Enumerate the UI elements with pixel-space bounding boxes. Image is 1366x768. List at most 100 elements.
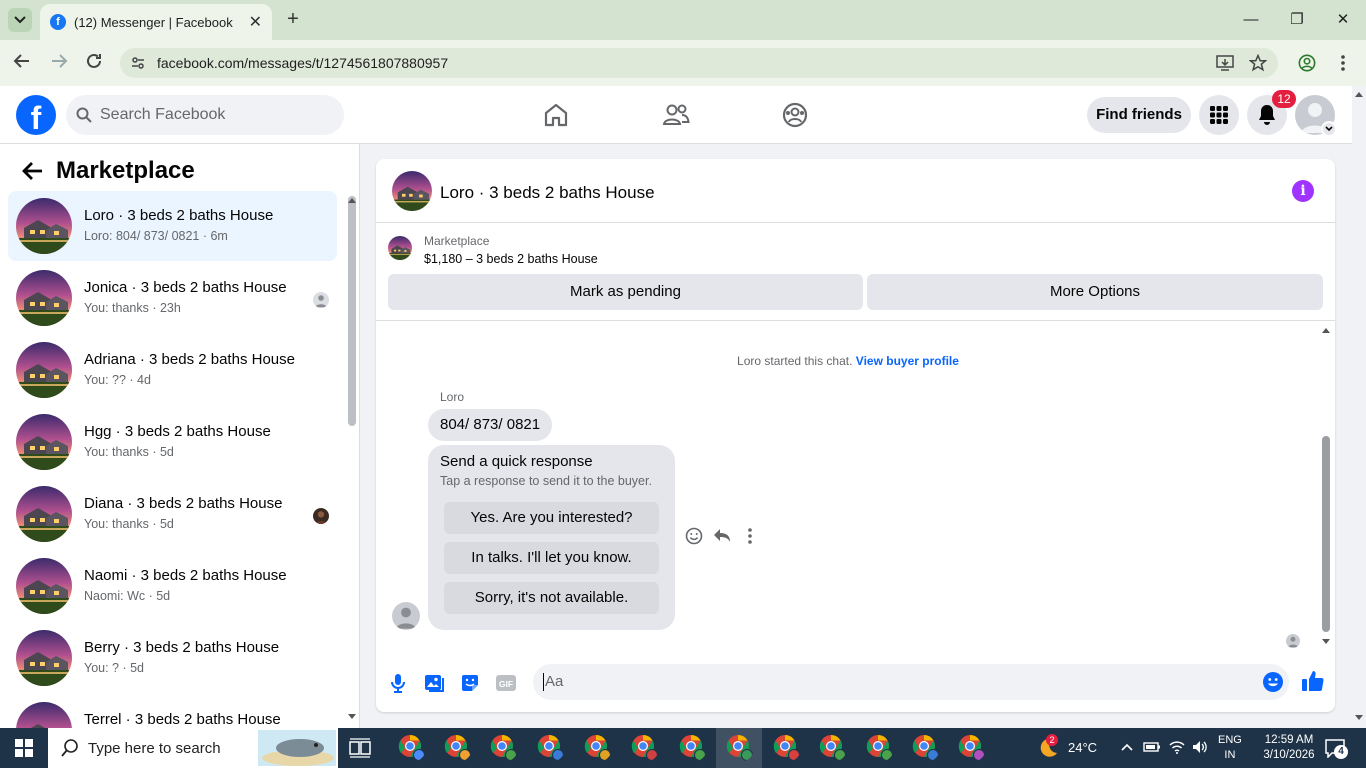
conversation-preview: You: thanks · 5d (84, 517, 174, 531)
sidebar-title: Marketplace (56, 157, 195, 184)
task-view-icon[interactable] (349, 738, 371, 758)
chrome-taskbar-icon[interactable] (819, 734, 847, 762)
close-window-button[interactable]: ✕ (1328, 8, 1358, 32)
chrome-taskbar-icon[interactable] (398, 734, 426, 762)
weather-badge: 2 (1046, 734, 1058, 746)
back-button[interactable] (11, 52, 33, 74)
site-info-icon[interactable] (130, 55, 146, 71)
tray-chevron-up-icon[interactable] (1120, 740, 1134, 754)
conversation-item[interactable]: Diana · 3 beds 2 baths House You: thanks … (8, 479, 337, 549)
info-icon[interactable]: i (1292, 180, 1314, 202)
maximize-button[interactable]: ❐ (1282, 8, 1312, 32)
chrome-taskbar-icon[interactable] (584, 734, 612, 762)
menu-button[interactable] (1199, 95, 1239, 135)
start-button[interactable] (0, 728, 48, 768)
volume-icon[interactable] (1191, 739, 1209, 755)
find-friends-button[interactable]: Find friends (1087, 97, 1191, 133)
microphone-icon[interactable] (387, 672, 409, 694)
address-bar[interactable]: facebook.com/messages/t/1274561807880957 (120, 48, 1278, 78)
quick-response-in-talks[interactable]: In talks. I'll let you know. (444, 542, 659, 574)
battery-icon[interactable] (1143, 740, 1161, 754)
scroll-up-icon[interactable] (347, 196, 357, 204)
browser-tab[interactable]: f (12) Messenger | Facebook ✕ (40, 4, 272, 40)
friends-icon[interactable] (661, 100, 691, 130)
scroll-down-icon[interactable] (1321, 638, 1331, 646)
quick-response-not-available[interactable]: Sorry, it's not available. (444, 582, 659, 614)
listing-price[interactable]: $1,180 – 3 beds 2 baths House (424, 252, 598, 266)
minimize-button[interactable]: — (1236, 8, 1266, 32)
chat-title[interactable]: Loro · 3 beds 2 baths House (440, 183, 655, 203)
grid-menu-icon (1210, 106, 1228, 124)
conversation-item[interactable]: Terrel · 3 beds 2 baths House (8, 695, 337, 728)
conversation-item[interactable]: Loro · 3 beds 2 baths House Loro: 804/ 87… (8, 191, 337, 261)
gif-icon[interactable]: GIF (495, 672, 517, 694)
reply-icon[interactable] (712, 526, 732, 546)
taskbar-search-placeholder: Type here to search (88, 739, 221, 757)
chrome-taskbar-icon[interactable] (912, 734, 940, 762)
conversation-item[interactable]: Adriana · 3 beds 2 baths House You: ?? · … (8, 335, 337, 405)
more-vertical-icon[interactable] (740, 526, 760, 546)
chrome-taskbar-icon[interactable] (866, 734, 894, 762)
house-listing-thumbnail (16, 342, 72, 398)
home-icon[interactable] (541, 100, 571, 130)
forward-button[interactable] (48, 52, 70, 74)
chrome-taskbar-icon[interactable] (490, 734, 518, 762)
browser-menu-icon[interactable] (1336, 54, 1350, 72)
scroll-down-icon[interactable] (347, 713, 357, 721)
sidebar-scrollbar[interactable] (348, 196, 356, 426)
chrome-taskbar-icon[interactable] (958, 734, 986, 762)
facebook-search-input[interactable]: Search Facebook (66, 95, 344, 135)
chrome-taskbar-icon[interactable] (726, 734, 754, 762)
chat-scrollbar[interactable] (1322, 436, 1330, 632)
sticker-icon[interactable] (459, 672, 481, 694)
photo-icon[interactable] (423, 672, 445, 694)
tab-search-button[interactable] (8, 8, 32, 32)
conversation-name: Naomi · 3 beds 2 baths House (84, 567, 287, 584)
bookmark-star-icon[interactable] (1249, 54, 1267, 72)
new-tab-button[interactable]: + (282, 8, 304, 30)
chrome-taskbar-icon[interactable] (631, 734, 659, 762)
chrome-taskbar-icon[interactable] (444, 734, 472, 762)
more-options-button[interactable]: More Options (867, 274, 1323, 310)
conversation-item[interactable]: Hgg · 3 beds 2 baths House You: thanks · … (8, 407, 337, 477)
reload-button[interactable] (83, 52, 105, 74)
clock[interactable]: 12:59 AM 3/10/2026 (1254, 733, 1324, 763)
message-input[interactable]: Aa (533, 664, 1289, 700)
listing-thumbnail[interactable] (388, 236, 412, 260)
profile-icon[interactable] (1298, 54, 1316, 72)
text-caret (543, 673, 544, 692)
mark-as-pending-button[interactable]: Mark as pending (388, 274, 863, 310)
conversation-preview: You: thanks · 5d (84, 445, 174, 459)
conversation-preview: You: ?? · 4d (84, 373, 151, 387)
react-emoji-icon[interactable] (684, 526, 704, 546)
like-thumbs-up-icon[interactable] (1301, 669, 1325, 693)
close-tab-icon[interactable]: ✕ (249, 12, 262, 32)
chrome-taskbar-icon[interactable] (773, 734, 801, 762)
scroll-down-icon[interactable] (1354, 714, 1364, 722)
account-menu-chevron[interactable] (1321, 121, 1337, 137)
groups-icon[interactable] (780, 100, 810, 130)
notification-badge: 12 (1272, 90, 1296, 108)
house-listing-thumbnail (388, 236, 412, 260)
page-scrollbar[interactable] (1352, 86, 1366, 728)
message-bubble[interactable]: 804/ 873/ 0821 (428, 409, 553, 441)
scroll-up-icon[interactable] (1354, 90, 1364, 98)
conversation-item[interactable]: Berry · 3 beds 2 baths House You: ? · 5d (8, 623, 337, 693)
view-buyer-profile-link[interactable]: View buyer profile (856, 354, 959, 368)
facebook-logo-icon[interactable]: f (16, 95, 56, 135)
chat-avatar[interactable] (392, 171, 432, 211)
emoji-icon[interactable] (1262, 671, 1284, 693)
conversation-item[interactable]: Naomi · 3 beds 2 baths House Naomi: Wc · … (8, 551, 337, 621)
temperature[interactable]: 24°C (1068, 740, 1097, 755)
clock-time: 12:59 AM (1264, 734, 1314, 746)
search-placeholder: Search Facebook (100, 106, 226, 123)
conversation-item[interactable]: Jonica · 3 beds 2 baths House You: thanks… (8, 263, 337, 333)
chrome-taskbar-icon[interactable] (537, 734, 565, 762)
scroll-up-icon[interactable] (1321, 326, 1331, 334)
wifi-icon[interactable] (1168, 739, 1186, 755)
install-app-icon[interactable] (1216, 54, 1234, 72)
quick-response-yes[interactable]: Yes. Are you interested? (444, 502, 659, 534)
chrome-taskbar-icon[interactable] (679, 734, 707, 762)
back-arrow-icon[interactable] (20, 158, 46, 184)
language-indicator[interactable]: ENG IN (1218, 733, 1242, 763)
